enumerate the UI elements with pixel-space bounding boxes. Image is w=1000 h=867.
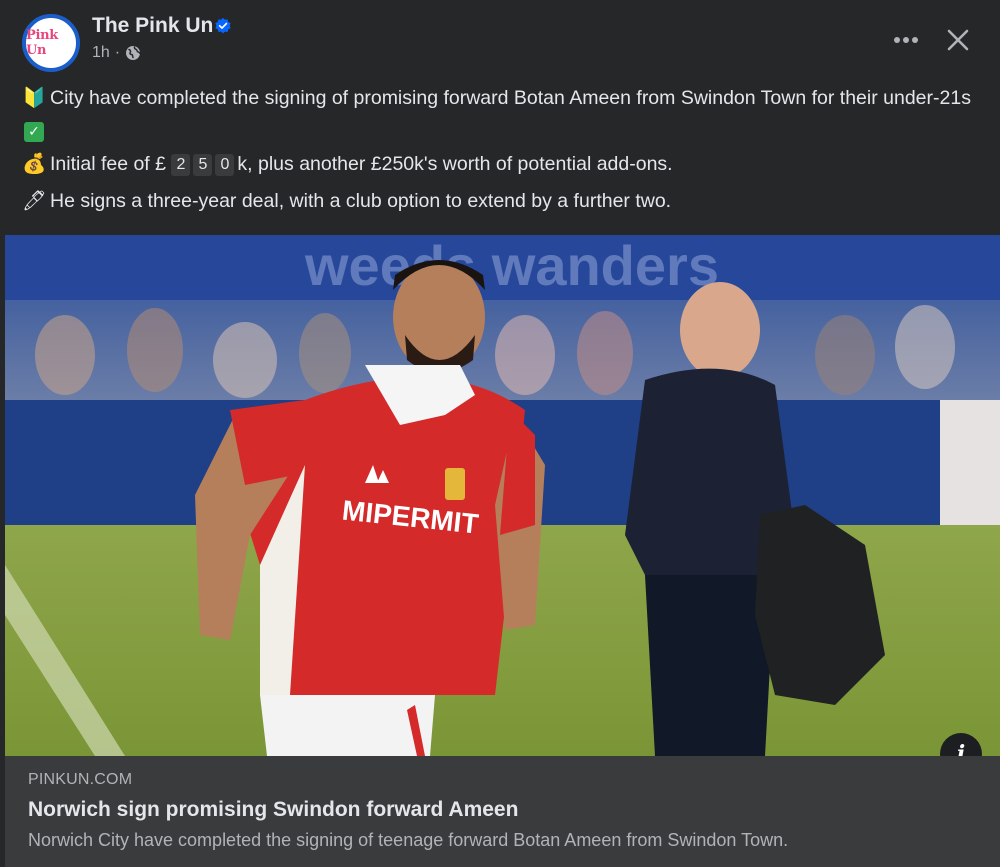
more-options-button[interactable] [886, 22, 926, 58]
post-header: Pink Un The Pink Un 1h · [0, 0, 1000, 80]
post-line-fee: 💰 Initial fee of £ 2 5 0 k, plus another £25… [22, 150, 982, 179]
page-avatar[interactable]: Pink Un [22, 14, 80, 72]
post-line-contract-text: He signs a three-year deal, with a club … [50, 190, 672, 212]
link-description: Norwich City have completed the signing … [28, 830, 789, 850]
close-button[interactable] [938, 20, 978, 60]
more-options-icon [894, 37, 918, 43]
meta-separator: · [114, 44, 121, 61]
football-player-photo: weeds wanders MIPERMIT [5, 235, 1000, 756]
globe-icon [126, 46, 141, 60]
check-mark-icon: ✓ [24, 121, 44, 142]
money-bag-icon: 💰 [22, 153, 47, 175]
svg-text:weeds wanders: weeds wanders [304, 235, 719, 297]
pen-icon: 🖊 [22, 190, 47, 212]
link-title[interactable]: Norwich sign promising Swindon forward A… [28, 798, 518, 822]
post-photo[interactable]: weeds wanders MIPERMIT [5, 235, 1000, 756]
post-line-contract: 🖊 He signs a three-year deal, with a club… [22, 187, 982, 216]
post-time[interactable]: 1h [92, 44, 110, 62]
keycap-digit: 5 [193, 154, 213, 176]
post-line-fee-prefix: Initial fee of £ [50, 153, 166, 175]
post-line-signing-text: City have completed the signing of promi… [50, 87, 971, 109]
link-domain: PINKUN.COM [28, 771, 133, 788]
page-name[interactable]: The Pink Un [92, 14, 213, 38]
keycap-digit: 0 [215, 154, 235, 176]
beginner-badge-icon: 🔰 [22, 87, 47, 109]
post-line-signing: 🔰 City have completed the signing of prom… [22, 84, 982, 142]
keycap-digit: 2 [171, 154, 191, 176]
post-text: 🔰 City have completed the signing of prom… [22, 84, 982, 224]
verified-badge-icon [215, 17, 231, 34]
close-icon [947, 29, 969, 51]
link-preview-card[interactable]: PINKUN.COM Norwich sign promising Swindo… [5, 756, 1000, 867]
post-meta: 1h · [92, 44, 141, 62]
avatar-logo-text: Pink Un [26, 28, 58, 58]
post-line-fee-suffix: k, plus another £250k's worth of potenti… [237, 153, 673, 175]
